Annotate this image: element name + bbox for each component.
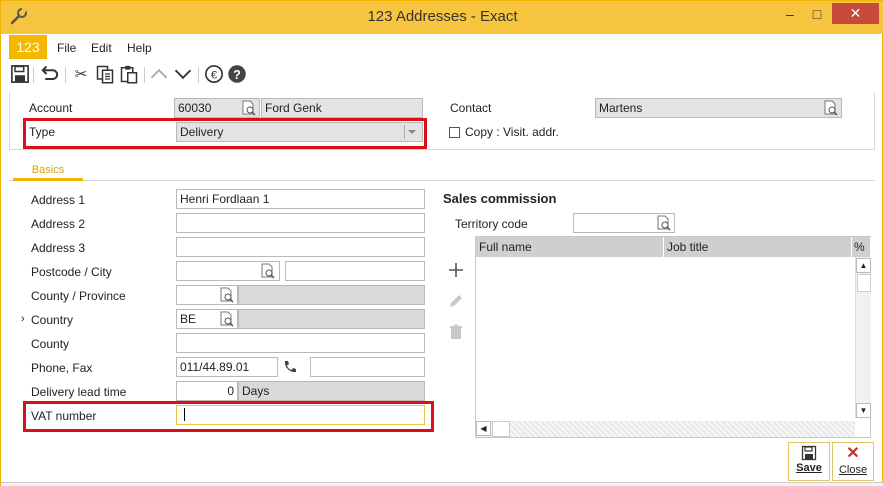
menu-file[interactable]: File xyxy=(57,41,76,55)
phone-fax-label: Phone, Fax xyxy=(31,361,93,375)
scroll-down-button[interactable]: ▼ xyxy=(856,403,871,418)
account-label: Account xyxy=(29,101,73,115)
lead-time-unit: Days xyxy=(238,381,425,401)
euro-icon[interactable]: € xyxy=(204,64,224,84)
maximize-button[interactable]: □ xyxy=(804,4,830,26)
chevron-up-icon[interactable] xyxy=(149,64,169,84)
lookup-icon[interactable] xyxy=(219,311,235,327)
city-field[interactable] xyxy=(285,261,425,281)
lookup-icon[interactable] xyxy=(823,100,839,116)
phone-icon[interactable] xyxy=(282,359,298,375)
column-full-name[interactable]: Full name xyxy=(476,237,664,257)
chevron-down-icon[interactable] xyxy=(173,64,193,84)
svg-text:€: € xyxy=(211,69,218,81)
county-field[interactable] xyxy=(176,333,425,353)
scroll-left-button[interactable]: ◀ xyxy=(476,421,491,436)
window: 123 Addresses - Exact – □ ✕ 123 File Edi… xyxy=(0,0,883,486)
scroll-up-button[interactable]: ▲ xyxy=(856,258,871,273)
sales-commission-title: Sales commission xyxy=(443,191,557,206)
close-window-button[interactable]: ✕ xyxy=(832,3,879,24)
province-description xyxy=(238,285,425,305)
status-bar xyxy=(1,482,883,486)
column-percent[interactable]: % xyxy=(852,237,871,257)
lead-time-label: Delivery lead time xyxy=(31,385,127,399)
lookup-icon[interactable] xyxy=(219,287,235,303)
title-bar: 123 Addresses - Exact – □ ✕ xyxy=(1,1,883,34)
menu-edit[interactable]: Edit xyxy=(91,41,112,55)
commission-grid[interactable]: Full name Job title % ▲ ▼ ◀ xyxy=(475,236,871,438)
county-label: County xyxy=(31,337,70,351)
phone-field[interactable]: 011/44.89.01 xyxy=(176,357,278,377)
delete-icon[interactable] xyxy=(447,323,465,341)
address2-field[interactable] xyxy=(176,213,425,233)
type-highlight xyxy=(23,118,427,149)
menu-help[interactable]: Help xyxy=(127,41,152,55)
lookup-icon[interactable] xyxy=(241,100,257,116)
vat-highlight xyxy=(23,401,434,432)
paste-icon[interactable] xyxy=(119,64,139,84)
add-icon[interactable] xyxy=(447,261,465,279)
save-button[interactable]: Save xyxy=(788,442,830,481)
tab-basics[interactable]: Basics xyxy=(13,161,83,181)
vertical-scrollbar[interactable]: ▲ ▼ xyxy=(855,257,871,418)
save-icon[interactable] xyxy=(10,64,30,84)
contact-field[interactable]: Martens xyxy=(595,98,842,118)
chevron-right-icon: › xyxy=(21,313,25,325)
minimize-button[interactable]: – xyxy=(777,4,803,26)
address1-field[interactable]: Henri Fordlaan 1 xyxy=(176,189,425,209)
copy-label: Copy : Visit. addr. xyxy=(465,125,559,139)
horizontal-scrollbar[interactable]: ◀ xyxy=(476,421,855,437)
address2-label: Address 2 xyxy=(31,217,86,231)
lead-time-field[interactable]: 0 xyxy=(176,381,238,401)
svg-text:?: ? xyxy=(233,68,241,82)
app-logo: 123 xyxy=(9,35,47,59)
address3-label: Address 3 xyxy=(31,241,86,255)
copy-icon[interactable] xyxy=(95,64,115,84)
close-label: Close xyxy=(838,464,868,476)
copy-checkbox[interactable] xyxy=(449,127,460,138)
county-province-label: County / Province xyxy=(31,289,126,303)
postcode-city-label: Postcode / City xyxy=(31,265,112,279)
cut-icon[interactable]: ✂ xyxy=(71,64,91,84)
hscroll-thumb[interactable] xyxy=(492,421,510,437)
territory-label: Territory code xyxy=(455,217,528,231)
column-job-title[interactable]: Job title xyxy=(664,237,852,257)
account-name-field: Ford Genk xyxy=(261,98,423,118)
lookup-icon[interactable] xyxy=(656,215,672,231)
contact-label: Contact xyxy=(450,101,492,115)
save-label: Save xyxy=(796,462,822,474)
fax-field[interactable] xyxy=(310,357,425,377)
close-icon: ✕ xyxy=(846,445,860,462)
country-description xyxy=(238,309,425,329)
edit-icon[interactable] xyxy=(447,292,465,310)
help-icon[interactable]: ? xyxy=(227,64,247,84)
country-label: Country xyxy=(31,313,74,327)
scroll-thumb[interactable] xyxy=(857,274,871,292)
window-title: 123 Addresses - Exact xyxy=(367,8,518,25)
address1-label: Address 1 xyxy=(31,193,86,207)
undo-icon[interactable] xyxy=(39,64,59,84)
save-icon xyxy=(801,445,817,461)
lookup-icon[interactable] xyxy=(260,263,276,279)
tabs-divider xyxy=(9,180,875,181)
close-button[interactable]: ✕ Close xyxy=(832,442,874,481)
address3-field[interactable] xyxy=(176,237,425,257)
